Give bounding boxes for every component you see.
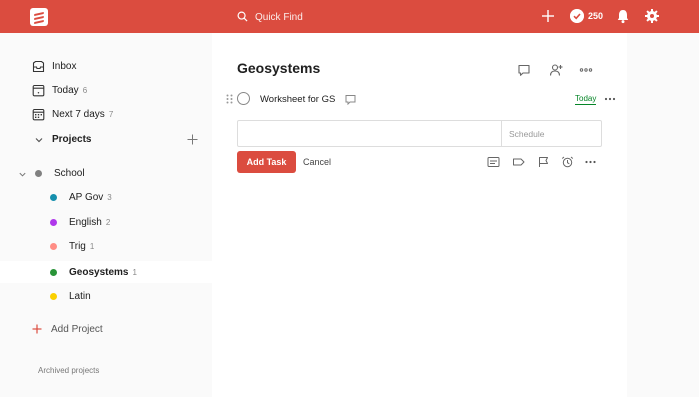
project-label: Latin [69,290,91,302]
comment-icon[interactable] [517,63,531,77]
add-task-button[interactable]: Add Task [237,151,296,173]
task-item[interactable]: Worksheet for GS Today [226,90,616,110]
calendar-today-icon: • [32,84,45,96]
project-color-dot [50,218,57,226]
sidebar: Inbox • Today 6 Next 7 days 7 Projects S… [0,33,212,397]
project-label: Geosystems [69,266,129,278]
sidebar-item-today[interactable]: • Today 6 [32,81,87,99]
project-color-dot [50,268,57,276]
todoist-logo-icon[interactable] [30,8,48,26]
karma-count: 250 [588,11,604,21]
karma-check-icon [570,9,584,23]
share-person-add-icon[interactable] [549,63,563,77]
more-options-icon[interactable] [604,94,616,104]
project-color-dot [50,242,57,250]
main-content: Geosystems Worksheet for GS Today Schedu… [212,33,627,397]
project-label: Trig [69,240,86,252]
sidebar-item-count: 6 [82,85,88,95]
add-project-plus-icon[interactable] [187,134,198,145]
plus-icon [32,324,42,334]
task-content[interactable]: Worksheet for GS [260,94,335,105]
project-label: School [54,167,85,179]
top-bar: Quick Find 250 [0,0,699,33]
settings-gear-icon[interactable] [644,8,660,24]
task-content-input[interactable] [238,121,501,146]
sidebar-item-label: Today [52,84,79,96]
project-count: 1 [89,241,95,251]
sidebar-item-count: 7 [108,109,114,119]
task-editor: Schedule [237,120,602,147]
project-count: 1 [132,267,137,277]
project-label: English [69,216,102,228]
chevron-down-icon[interactable] [18,170,27,179]
search-placeholder: Quick Find [255,12,303,23]
chevron-down-icon[interactable] [34,135,44,145]
project-label: AP Gov [69,191,104,203]
label-tag-icon[interactable] [512,156,525,168]
sidebar-project-geosystems[interactable]: Geosystems 1 [50,263,137,281]
sidebar-item-next-7-days[interactable]: Next 7 days 7 [32,105,113,123]
more-options-icon[interactable] [584,156,597,168]
project-count: 3 [107,192,112,202]
sidebar-project-latin[interactable]: Latin [50,287,91,305]
drag-handle-icon[interactable] [226,94,233,104]
archived-projects-link[interactable]: Archived projects [38,366,99,375]
notifications-bell-icon[interactable] [615,8,631,24]
sidebar-project-school[interactable]: School [35,164,85,182]
sidebar-item-inbox[interactable]: Inbox [32,57,76,75]
add-project-label: Add Project [51,323,103,335]
project-color-dot [35,169,42,177]
quick-add-icon[interactable] [540,8,556,24]
sidebar-project-english[interactable]: English 2 [50,213,110,231]
project-count: 2 [105,217,111,227]
add-project-button[interactable]: Add Project [32,321,103,337]
sidebar-item-label: Inbox [52,60,77,72]
sidebar-project-trig[interactable]: Trig 1 [50,237,94,255]
priority-flag-icon[interactable] [537,156,550,168]
task-checkbox[interactable] [237,92,250,105]
project-color-dot [50,292,57,300]
cancel-button[interactable]: Cancel [303,157,331,167]
inbox-icon [32,60,45,72]
quick-find-search[interactable]: Quick Find [230,7,430,27]
project-picker-icon[interactable] [487,156,500,168]
sidebar-project-ap-gov[interactable]: AP Gov 3 [50,188,112,206]
editor-divider [501,121,502,146]
more-options-icon[interactable] [579,63,593,77]
svg-text:•: • [38,90,40,96]
schedule-field[interactable]: Schedule [509,129,544,139]
projects-section-header[interactable]: Projects [32,132,202,148]
right-gutter [627,33,699,397]
reminder-alarm-icon[interactable] [561,156,574,168]
page-title: Geosystems [237,60,321,76]
comment-icon[interactable] [345,94,356,105]
task-due-date[interactable]: Today [575,94,597,105]
sidebar-item-label: Next 7 days [52,108,105,120]
calendar-week-icon [32,108,45,120]
search-icon [237,11,248,22]
projects-heading: Projects [52,134,92,145]
project-color-dot [50,193,57,201]
